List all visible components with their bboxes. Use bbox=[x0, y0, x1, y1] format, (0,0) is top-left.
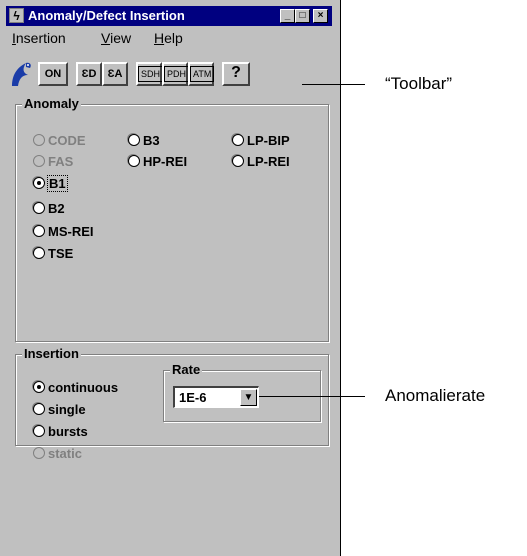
help-button[interactable]: ? bbox=[222, 62, 250, 86]
chevron-down-icon: ▼ bbox=[243, 392, 254, 403]
radio-circle bbox=[33, 155, 45, 167]
radio-tse[interactable]: TSE bbox=[33, 246, 73, 261]
radio-circle bbox=[33, 225, 45, 237]
radio-circle bbox=[232, 134, 244, 146]
anomaly-defect-insertion-window: ϟ Anomaly/Defect Insertion _ □ × Inserti… bbox=[0, 0, 341, 556]
anomaly-button[interactable]: ƐA bbox=[102, 62, 128, 86]
radio-continuous[interactable]: continuous bbox=[33, 380, 118, 395]
radio-lp-rei[interactable]: LP-REI bbox=[232, 154, 290, 169]
defect-button[interactable]: ƐD bbox=[76, 62, 102, 86]
rate-group-title: Rate bbox=[170, 362, 203, 377]
radio-circle-checked bbox=[33, 177, 45, 189]
radio-circle bbox=[33, 247, 45, 259]
maximize-button[interactable]: □ bbox=[295, 9, 310, 23]
window-title: Anomaly/Defect Insertion bbox=[28, 8, 185, 23]
rate-callout-line bbox=[259, 396, 365, 397]
radio-b3[interactable]: B3 bbox=[128, 133, 160, 148]
toolbar: ON ƐD ƐA SDH PDH ATM ? bbox=[6, 52, 332, 92]
menu-bar: Insertion View Help bbox=[6, 28, 332, 48]
radio-fas: FAS bbox=[33, 154, 73, 169]
radio-ms-rei[interactable]: MS-REI bbox=[33, 224, 94, 239]
menu-insertion[interactable]: Insertion bbox=[12, 30, 66, 46]
radio-circle bbox=[33, 202, 45, 214]
anomaly-group-title: Anomaly bbox=[22, 96, 81, 111]
radio-circle-checked bbox=[33, 381, 45, 393]
bird-logo-icon bbox=[12, 62, 31, 86]
title-bar[interactable]: ϟ Anomaly/Defect Insertion _ □ × bbox=[6, 6, 332, 26]
toolbar-callout-line bbox=[302, 84, 365, 85]
sdh-button[interactable]: SDH bbox=[136, 62, 164, 86]
radio-hp-rei[interactable]: HP-REI bbox=[128, 154, 187, 169]
insertion-group-title: Insertion bbox=[22, 346, 81, 361]
rate-callout: Anomalierate bbox=[385, 386, 486, 405]
pdh-button[interactable]: PDH bbox=[162, 62, 190, 86]
menu-view[interactable]: View bbox=[101, 30, 131, 46]
rate-value: 1E-6 bbox=[179, 390, 207, 405]
help-icon: ? bbox=[231, 64, 241, 81]
lightning-app-icon[interactable]: ϟ bbox=[9, 8, 24, 23]
atm-button[interactable]: ATM bbox=[188, 62, 215, 86]
radio-circle bbox=[128, 134, 140, 146]
rate-select[interactable]: 1E-6 ▼ bbox=[173, 386, 259, 408]
close-icon: × bbox=[317, 10, 324, 21]
radio-static: static bbox=[33, 446, 82, 461]
radio-circle bbox=[33, 447, 45, 459]
toolbar-callout: “Toolbar” bbox=[385, 74, 453, 93]
radio-lp-bip[interactable]: LP-BIP bbox=[232, 133, 290, 148]
radio-single[interactable]: single bbox=[33, 402, 86, 417]
menu-help[interactable]: Help bbox=[154, 30, 183, 46]
close-button[interactable]: × bbox=[313, 9, 328, 23]
radio-b1[interactable]: B1 bbox=[33, 175, 68, 192]
radio-b2[interactable]: B2 bbox=[33, 201, 65, 216]
on-button[interactable]: ON bbox=[38, 62, 68, 86]
minimize-icon: _ bbox=[284, 10, 291, 21]
radio-circle bbox=[33, 134, 45, 146]
radio-circle bbox=[33, 403, 45, 415]
radio-code: CODE bbox=[33, 133, 86, 148]
radio-circle bbox=[232, 155, 244, 167]
dropdown-arrow-button[interactable]: ▼ bbox=[240, 389, 257, 406]
minimize-button[interactable]: _ bbox=[280, 9, 295, 23]
maximize-icon: □ bbox=[299, 10, 306, 21]
radio-bursts[interactable]: bursts bbox=[33, 424, 88, 439]
radio-circle bbox=[33, 425, 45, 437]
radio-circle bbox=[128, 155, 140, 167]
